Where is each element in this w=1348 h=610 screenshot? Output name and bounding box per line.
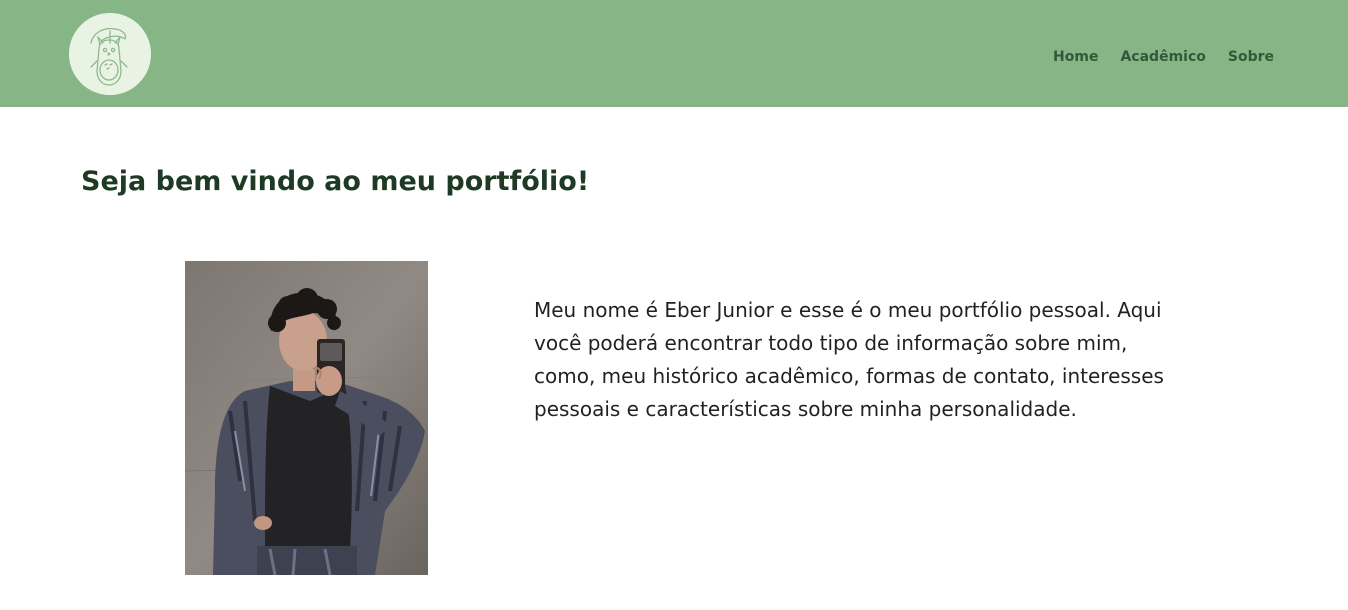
nav-home-link[interactable]: Home xyxy=(1053,47,1098,67)
intro-paragraph: Meu nome é Eber Junior e esse é o meu po… xyxy=(534,298,1164,421)
totoro-logo-icon[interactable] xyxy=(69,13,151,95)
profile-photo xyxy=(185,261,428,575)
site-header: Home Acadêmico Sobre xyxy=(0,0,1348,107)
nav-academico-link[interactable]: Acadêmico xyxy=(1120,47,1205,67)
nav-sobre-link[interactable]: Sobre xyxy=(1228,47,1274,67)
page-title: Seja bem vindo ao meu portfólio! xyxy=(81,166,590,197)
main-nav: Home Acadêmico Sobre xyxy=(1040,47,1300,67)
